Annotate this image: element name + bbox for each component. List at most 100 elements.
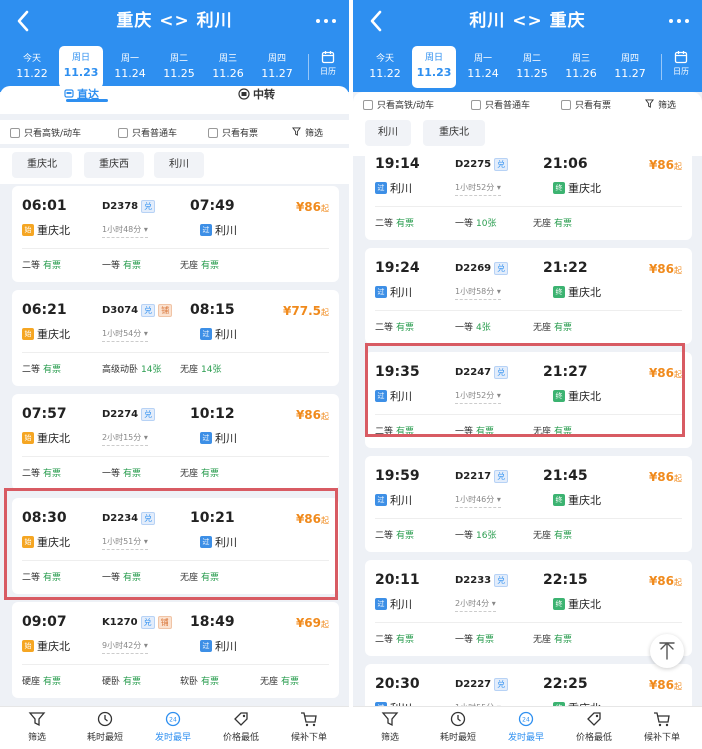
departure-time: 06:21 bbox=[22, 302, 67, 318]
filter-checkbox[interactable]: 只看有票 bbox=[561, 98, 611, 111]
filter-checkbox[interactable]: 只看高铁/动车 bbox=[363, 98, 434, 111]
date-tab-11.23[interactable]: 周日 11.23 bbox=[59, 46, 103, 88]
checkbox-box bbox=[208, 127, 218, 138]
calendar-separator bbox=[308, 54, 309, 80]
station-name: 利川 bbox=[215, 432, 237, 445]
seat-availability: 一等 有票 bbox=[455, 632, 494, 645]
calendar-button[interactable]: 日历 bbox=[668, 50, 694, 77]
station-name: 利川 bbox=[215, 224, 237, 237]
train-card[interactable]: 07:57 D2274 兑 10:12 始重庆北 2小时15分 ▾ 过利川 ¥86起 二等 有票一… bbox=[12, 394, 339, 490]
date-tab-11.24[interactable]: 周一 11.24 bbox=[108, 47, 152, 87]
date-strip: 今天 11.22 周日 11.23 周一 11.24 周二 11.25 周三 11.26 周四 11.… bbox=[0, 44, 349, 92]
seat-availability: 无座 14张 bbox=[180, 362, 221, 375]
nav-24h[interactable]: 24 发时最早 bbox=[140, 711, 206, 743]
filter-checkbox[interactable]: 只看普通车 bbox=[118, 126, 177, 139]
nav-price-tag[interactable]: 价格最低 bbox=[561, 711, 627, 743]
left-panel-chongqing-to-lichuan: 重庆 <> 利川 今天 11.22 周日 11.23 周一 11.24 周二 11.25 周三 1… bbox=[0, 0, 349, 749]
date-day: 11.22 bbox=[369, 67, 401, 80]
departure-time: 09:07 bbox=[22, 614, 67, 630]
train-card[interactable]: 19:14 D2275 兑 21:06 过利川 1小时52分 ▾ 终重庆北 ¥86起 二等 有票一… bbox=[365, 156, 692, 240]
date-strip: 今天 11.22 周日 11.23 周一 11.24 周二 11.25 周三 11.26 周四 11.… bbox=[353, 44, 702, 92]
scroll-to-top-button[interactable] bbox=[650, 634, 684, 668]
train-number-text: D2274 bbox=[102, 409, 139, 420]
station-chip[interactable]: 利川 bbox=[365, 120, 411, 146]
nav-label: 筛选 bbox=[380, 733, 399, 743]
date-tab-11.27[interactable]: 周四 11.27 bbox=[255, 47, 299, 87]
seat-availability: 无座 有票 bbox=[260, 674, 299, 687]
duration: 2小时4分 ▾ bbox=[455, 598, 496, 612]
filter-checkbox[interactable]: 只看有票 bbox=[208, 126, 258, 139]
date-tab-11.22[interactable]: 今天 11.22 bbox=[10, 47, 54, 87]
nav-label: 价格最低 bbox=[222, 733, 259, 743]
price-value: ¥86 bbox=[648, 158, 674, 172]
filter-button[interactable]: 筛选 bbox=[645, 98, 676, 111]
train-card[interactable]: 06:21 D3074 兑铺 08:15 始重庆北 1小时54分 ▾ 过利川 ¥77.5起 二等… bbox=[12, 290, 339, 386]
departure-station: 始重庆北 bbox=[22, 222, 70, 238]
arrival-time: 21:45 bbox=[543, 468, 588, 484]
price-value: ¥86 bbox=[295, 200, 321, 214]
train-icon bbox=[64, 89, 74, 98]
date-tab-11.25[interactable]: 周二 11.25 bbox=[510, 47, 554, 87]
arrival-time: 21:06 bbox=[543, 156, 588, 172]
nav-filter[interactable]: 筛选 bbox=[357, 711, 423, 743]
seat-status: 有票 bbox=[201, 469, 220, 479]
date-tab-11.26[interactable]: 周三 11.26 bbox=[206, 47, 250, 87]
departure-time: 20:11 bbox=[375, 572, 420, 588]
date-tab-11.26[interactable]: 周三 11.26 bbox=[559, 47, 603, 87]
arrival-time: 22:25 bbox=[543, 676, 588, 692]
station-chip[interactable]: 重庆西 bbox=[84, 152, 144, 178]
train-card[interactable]: 20:30D2227兑22:25过利川1小时55分 ▾终重庆北¥86起 bbox=[365, 664, 692, 706]
train-card[interactable]: 19:24 D2269 兑 21:22 过利川 1小时58分 ▾ 终重庆北 ¥86起 二等 有票一… bbox=[365, 248, 692, 344]
svg-text:24: 24 bbox=[522, 717, 530, 724]
station-name: 重庆北 bbox=[37, 224, 70, 237]
nav-cart[interactable]: 候补下单 bbox=[276, 711, 342, 743]
filter-checkbox[interactable]: 只看高铁/动车 bbox=[10, 126, 81, 139]
train-card[interactable]: 09:07 K1270 兑铺 18:49 始重庆北 9小时42分 ▾ 过利川 ¥69起 硬座 有票… bbox=[12, 602, 339, 698]
seat-status: 有票 bbox=[123, 261, 142, 271]
station-chip[interactable]: 利川 bbox=[154, 152, 204, 178]
station-name: 利川 bbox=[215, 328, 237, 341]
seat-availability: 二等 有票 bbox=[22, 362, 61, 375]
date-tab-11.27[interactable]: 周四 11.27 bbox=[608, 47, 652, 87]
train-card[interactable]: 20:11 D2233 兑 22:15 过利川 2小时4分 ▾ 终重庆北 ¥86起 二等 有票 一等… bbox=[365, 560, 692, 656]
redeem-badge: 兑 bbox=[494, 678, 509, 691]
card-divider bbox=[22, 664, 329, 665]
more-icon[interactable] bbox=[313, 12, 339, 30]
more-icon[interactable] bbox=[666, 12, 692, 30]
date-tab-11.24[interactable]: 周一 11.24 bbox=[461, 47, 505, 87]
train-card[interactable]: 06:01 D2378 兑 07:49 始重庆北 1小时48分 ▾ 过利川 ¥86起 二等 有票一… bbox=[12, 186, 339, 282]
nav-24h[interactable]: 24 发时最早 bbox=[493, 711, 559, 743]
price-tag-icon bbox=[208, 711, 274, 727]
seat-class: 一等 bbox=[102, 469, 121, 479]
nav-clock[interactable]: 耗时最短 bbox=[425, 711, 491, 743]
tab-transfer[interactable]: 中转 bbox=[238, 86, 275, 102]
card-divider bbox=[375, 518, 682, 519]
station-type-tag: 终 bbox=[553, 598, 565, 610]
arrival-station: 终重庆北 bbox=[553, 284, 601, 300]
filter-checkbox[interactable]: 只看普通车 bbox=[471, 98, 530, 111]
seat-availability: 无座 有票 bbox=[533, 528, 572, 541]
train-number-text: D2227 bbox=[455, 679, 492, 690]
train-number-text: D3074 bbox=[102, 305, 139, 316]
duration-text: 2小时15分 bbox=[102, 433, 142, 442]
train-card[interactable]: 19:59 D2217 兑 21:45 过利川 1小时46分 ▾ 终重庆北 ¥86起 二等 有票一… bbox=[365, 456, 692, 552]
duration-text: 1小时58分 bbox=[455, 287, 495, 296]
svg-text:24: 24 bbox=[169, 717, 177, 724]
train-number: D2378 兑 bbox=[102, 200, 156, 213]
filter-button[interactable]: 筛选 bbox=[292, 126, 323, 139]
nav-cart[interactable]: 候补下单 bbox=[629, 711, 695, 743]
nav-filter[interactable]: 筛选 bbox=[4, 711, 70, 743]
date-tab-11.23[interactable]: 周日 11.23 bbox=[412, 46, 456, 88]
transfer-icon bbox=[238, 88, 250, 100]
nav-price-tag[interactable]: 价格最低 bbox=[208, 711, 274, 743]
seat-status: 有票 bbox=[554, 531, 573, 541]
nav-clock[interactable]: 耗时最短 bbox=[72, 711, 138, 743]
date-tab-11.22[interactable]: 今天 11.22 bbox=[363, 47, 407, 87]
station-chip[interactable]: 重庆北 bbox=[12, 152, 72, 178]
station-chip[interactable]: 重庆北 bbox=[423, 120, 485, 146]
date-tab-11.25[interactable]: 周二 11.25 bbox=[157, 47, 201, 87]
arrival-station: 终重庆北 bbox=[553, 180, 601, 196]
seat-availability: 二等 有票 bbox=[375, 216, 414, 229]
station-type-tag: 始 bbox=[22, 432, 34, 444]
calendar-button[interactable]: 日历 bbox=[315, 50, 341, 77]
